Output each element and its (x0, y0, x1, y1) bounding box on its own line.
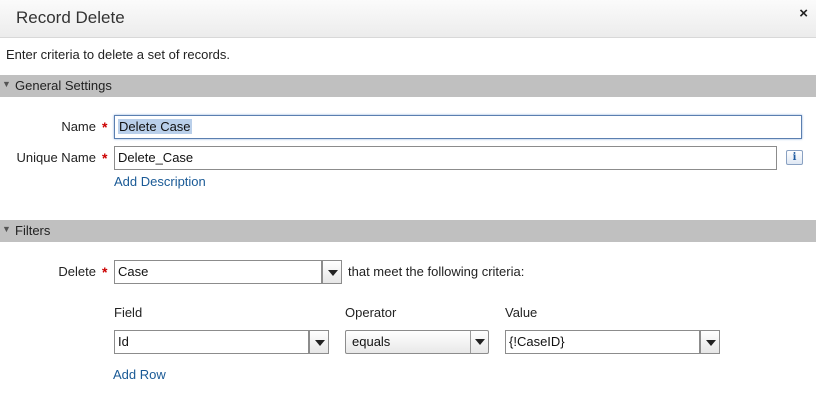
chevron-down-icon[interactable] (309, 330, 329, 354)
criteria-text: that meet the following criteria: (348, 264, 525, 279)
object-combobox[interactable]: Case (114, 260, 343, 284)
dialog-titlebar: Record Delete × (0, 0, 816, 38)
operator-select[interactable]: equals (345, 330, 489, 354)
field-input[interactable]: Id (114, 330, 309, 354)
column-header-field: Field (114, 305, 143, 320)
section-header-filters[interactable]: ▼ Filters (0, 220, 816, 242)
chevron-down-icon[interactable] (700, 330, 720, 354)
collapse-triangle-icon[interactable]: ▼ (2, 79, 11, 89)
column-header-operator: Operator (345, 305, 397, 320)
dialog-title: Record Delete (16, 8, 125, 27)
section-label: Filters (15, 223, 51, 238)
add-row-link[interactable]: Add Row (113, 367, 166, 382)
required-marker: * (102, 264, 108, 280)
intro-text: Enter criteria to delete a set of record… (6, 47, 230, 62)
value-input[interactable]: {!CaseID} (505, 330, 700, 354)
close-icon[interactable]: × (799, 6, 808, 22)
info-icon[interactable]: i (786, 150, 803, 165)
unique-name-label: Unique Name (16, 150, 97, 165)
chevron-down-icon (470, 331, 488, 353)
object-input[interactable]: Case (114, 260, 322, 284)
required-marker: * (102, 119, 108, 135)
operator-select-value: equals (352, 334, 391, 349)
chevron-down-icon[interactable] (322, 260, 342, 284)
name-field[interactable]: Delete Case (114, 115, 802, 139)
value-combobox[interactable]: {!CaseID} (505, 330, 720, 354)
add-description-link[interactable]: Add Description (114, 174, 206, 189)
section-header-general-settings[interactable]: ▼ General Settings (0, 75, 816, 97)
unique-name-field[interactable]: Delete_Case (114, 146, 777, 170)
name-field-value: Delete Case (118, 119, 192, 134)
required-marker: * (102, 150, 108, 166)
name-label: Name (61, 119, 96, 134)
section-label: General Settings (15, 78, 112, 93)
field-combobox[interactable]: Id (114, 330, 329, 354)
collapse-triangle-icon[interactable]: ▼ (2, 224, 11, 234)
delete-label: Delete (58, 264, 96, 279)
column-header-value: Value (505, 305, 538, 320)
